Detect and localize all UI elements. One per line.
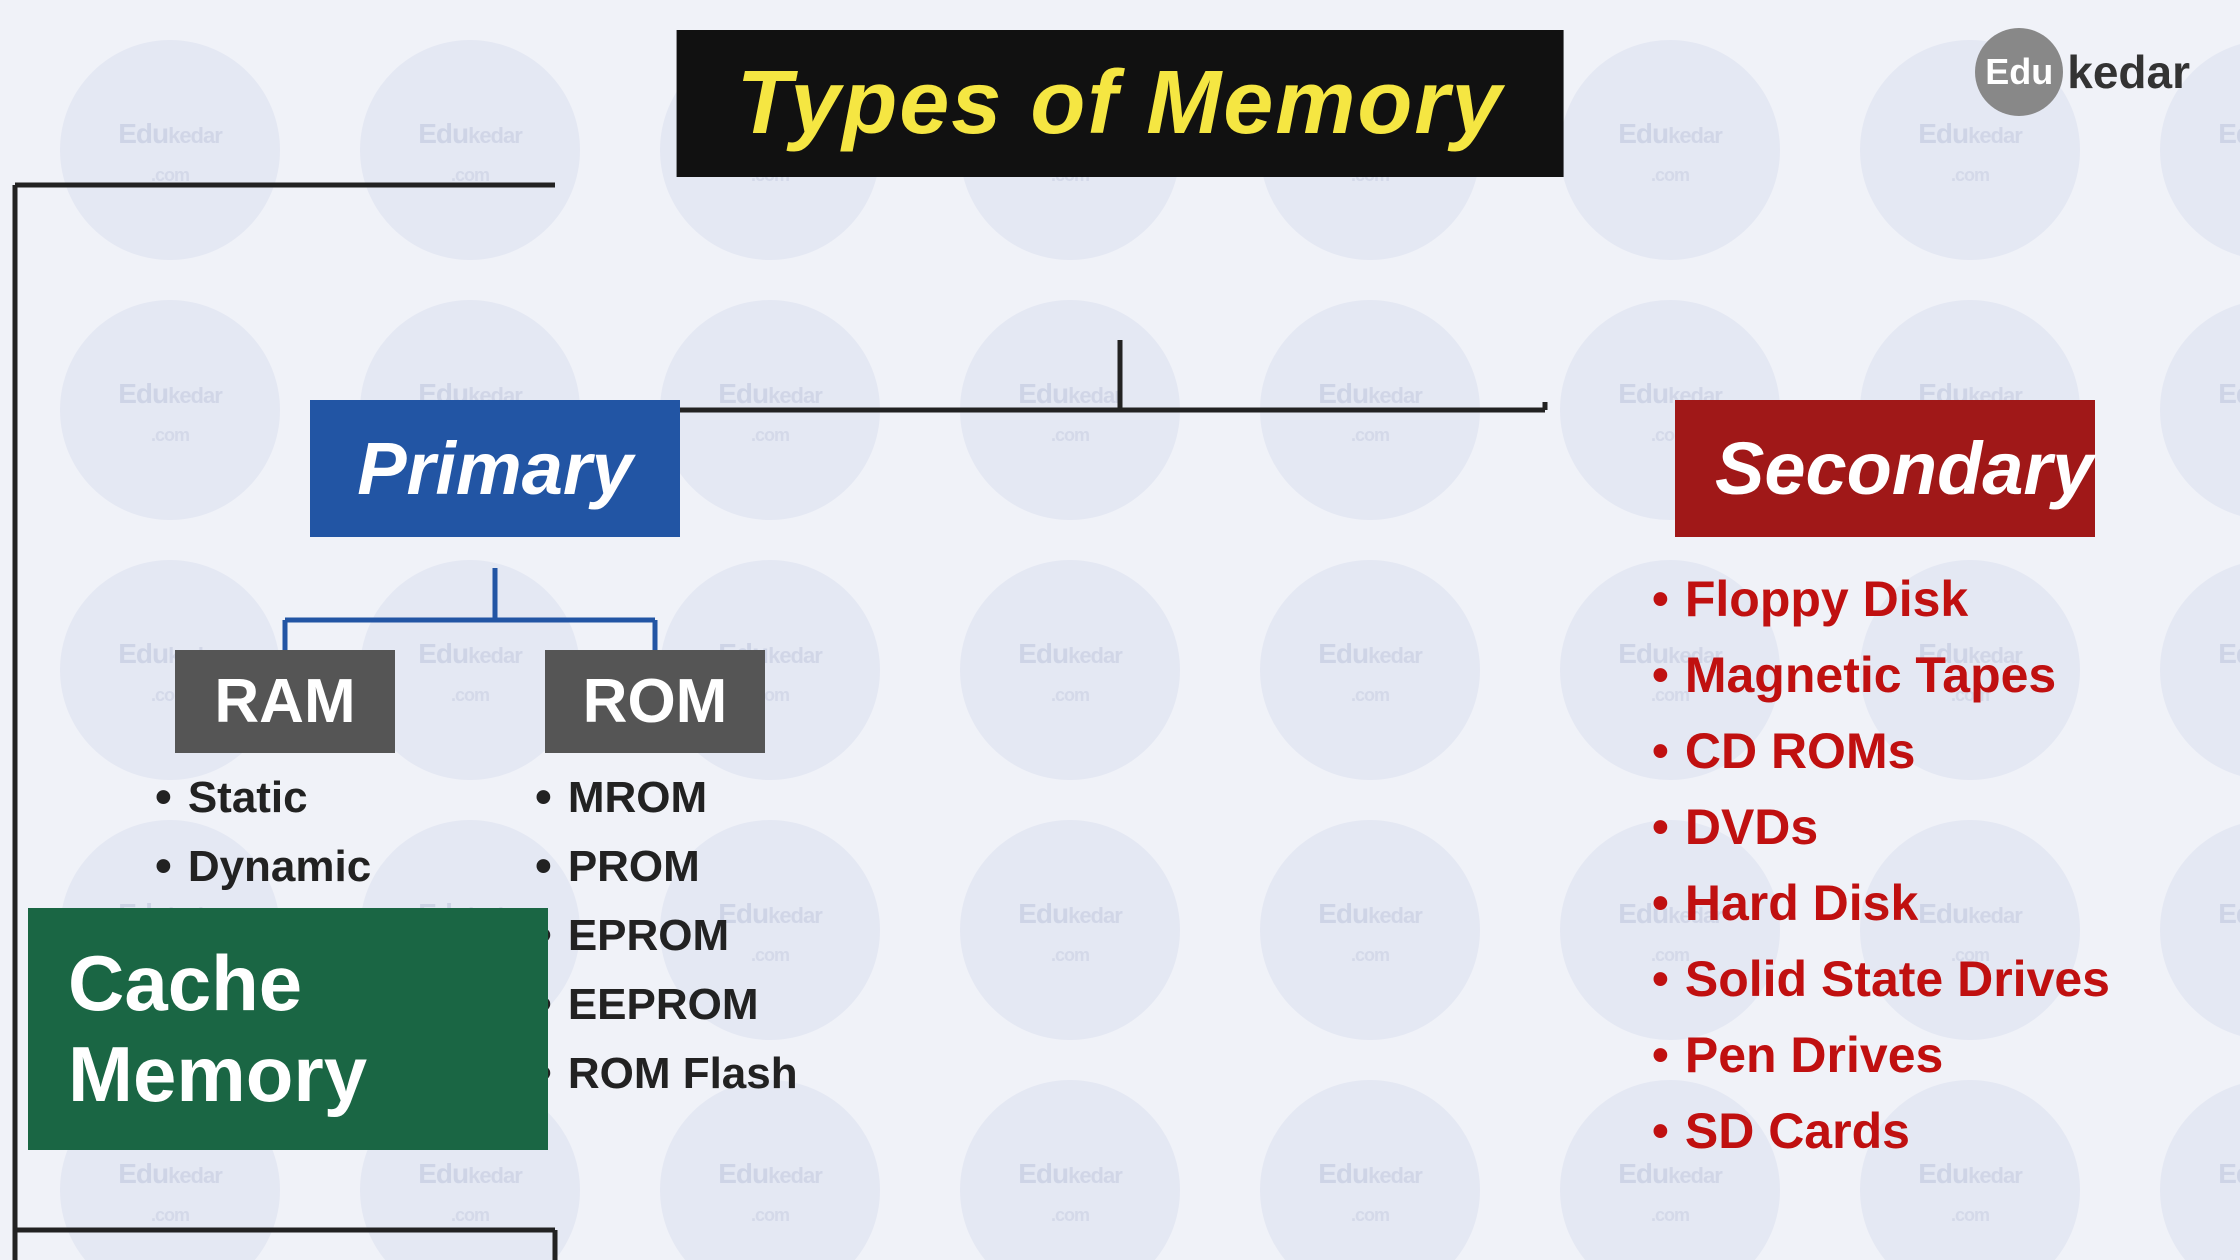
rom-label: ROM — [583, 667, 728, 736]
secondary-item-6: Solid State Drives — [1652, 950, 2110, 1008]
diagram: Primary Secondary RAM ROM Static Dynamic… — [0, 170, 2240, 1260]
cache-label: Cache Memory — [68, 939, 367, 1118]
rom-item-1: MROM — [535, 770, 798, 825]
ram-label: RAM — [214, 667, 355, 736]
rom-item-3: EPROM — [535, 908, 798, 963]
rom-list: MROM PROM EPROM EEPROM ROM Flash — [535, 770, 798, 1115]
rom-item-4: EEPROM — [535, 977, 798, 1032]
secondary-item-1: Floppy Disk — [1652, 570, 2110, 628]
secondary-list: Floppy Disk Magnetic Tapes CD ROMs DVDs … — [1652, 570, 2110, 1178]
primary-box: Primary — [310, 400, 680, 537]
logo-circle: Edu — [1975, 28, 2063, 116]
logo-edu-text: Edu — [1985, 51, 2053, 93]
ram-box: RAM — [175, 650, 395, 753]
secondary-item-5: Hard Disk — [1652, 874, 2110, 932]
secondary-item-3: CD ROMs — [1652, 722, 2110, 780]
ram-item-1: Static — [155, 770, 371, 825]
secondary-item-4: DVDs — [1652, 798, 2110, 856]
ram-list: Static Dynamic — [155, 770, 371, 908]
secondary-item-7: Pen Drives — [1652, 1026, 2110, 1084]
logo-kedar-text: kedar — [2067, 45, 2190, 99]
primary-label: Primary — [357, 427, 633, 510]
secondary-label: Secondary — [1715, 427, 2093, 510]
title-text: Types of Memory — [737, 53, 1504, 153]
rom-item-2: PROM — [535, 839, 798, 894]
main-content: Edu kedar Types of Memory — [0, 0, 2240, 1260]
logo: Edu kedar — [1975, 28, 2190, 116]
secondary-box: Secondary — [1675, 400, 2095, 537]
rom-item-5: ROM Flash — [535, 1046, 798, 1101]
title-box: Types of Memory — [677, 30, 1564, 177]
secondary-item-2: Magnetic Tapes — [1652, 646, 2110, 704]
secondary-item-8: SD Cards — [1652, 1102, 2110, 1160]
rom-box: ROM — [545, 650, 765, 753]
cache-box: Cache Memory — [28, 908, 548, 1150]
ram-item-2: Dynamic — [155, 839, 371, 894]
